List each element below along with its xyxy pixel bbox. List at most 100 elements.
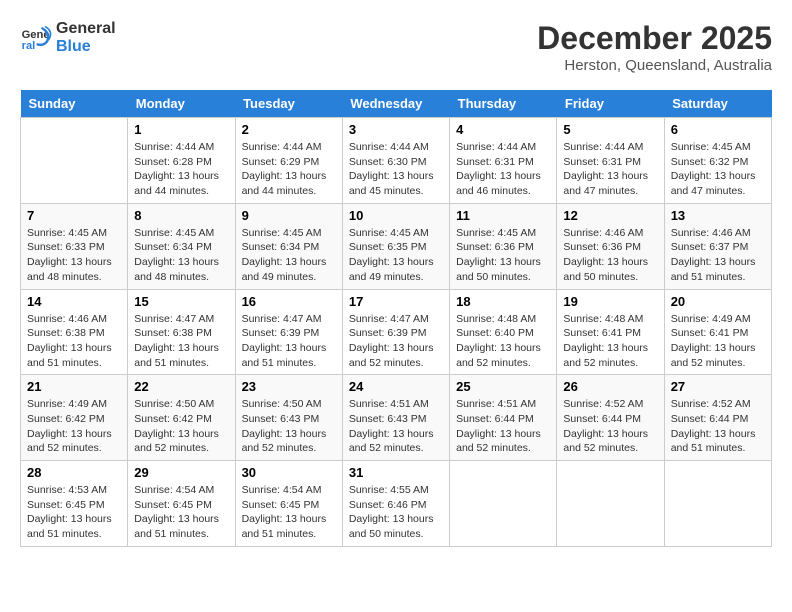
weekday-header-monday: Monday [128,90,235,118]
day-info: Sunrise: 4:45 AM Sunset: 6:33 PM Dayligh… [27,226,121,285]
calendar-cell: 4 Sunrise: 4:44 AM Sunset: 6:31 PM Daylig… [450,118,557,204]
day-number: 8 [134,208,228,223]
day-number: 11 [456,208,550,223]
day-info: Sunrise: 4:48 AM Sunset: 6:40 PM Dayligh… [456,312,550,371]
day-number: 27 [671,379,765,394]
calendar-week-row: 21 Sunrise: 4:49 AM Sunset: 6:42 PM Dayli… [21,375,772,461]
calendar-week-row: 1Sunrise: 4:44 AM Sunset: 6:28 PM Daylig… [21,118,772,204]
day-info: Sunrise: 4:47 AM Sunset: 6:39 PM Dayligh… [349,312,443,371]
day-number: 16 [242,294,336,309]
calendar-week-row: 7 Sunrise: 4:45 AM Sunset: 6:33 PM Daylig… [21,203,772,289]
day-number: 17 [349,294,443,309]
calendar-cell [21,118,128,204]
weekday-header-wednesday: Wednesday [342,90,449,118]
day-number: 24 [349,379,443,394]
weekday-header-row: SundayMondayTuesdayWednesdayThursdayFrid… [21,90,772,118]
day-info: Sunrise: 4:47 AM Sunset: 6:39 PM Dayligh… [242,312,336,371]
day-info: Sunrise: 4:46 AM Sunset: 6:37 PM Dayligh… [671,226,765,285]
day-info: Sunrise: 4:44 AM Sunset: 6:29 PM Dayligh… [242,140,336,199]
calendar-cell [664,461,771,547]
calendar-cell: 2 Sunrise: 4:44 AM Sunset: 6:29 PM Daylig… [235,118,342,204]
day-number: 6 [671,122,765,137]
day-number: 3 [349,122,443,137]
day-info: Sunrise: 4:49 AM Sunset: 6:41 PM Dayligh… [671,312,765,371]
day-number: 7 [27,208,121,223]
day-info: Sunrise: 4:44 AM Sunset: 6:31 PM Dayligh… [563,140,657,199]
day-info: Sunrise: 4:45 AM Sunset: 6:35 PM Dayligh… [349,226,443,285]
day-number: 2 [242,122,336,137]
calendar-cell: 13 Sunrise: 4:46 AM Sunset: 6:37 PM Dayli… [664,203,771,289]
calendar-cell: 21 Sunrise: 4:49 AM Sunset: 6:42 PM Dayli… [21,375,128,461]
day-info: Sunrise: 4:50 AM Sunset: 6:43 PM Dayligh… [242,397,336,456]
day-info: Sunrise: 4:52 AM Sunset: 6:44 PM Dayligh… [671,397,765,456]
day-number: 22 [134,379,228,394]
calendar-week-row: 14Sunrise: 4:46 AM Sunset: 6:38 PM Dayli… [21,289,772,375]
calendar-cell: 15Sunrise: 4:47 AM Sunset: 6:38 PM Dayli… [128,289,235,375]
calendar-cell: 25Sunrise: 4:51 AM Sunset: 6:44 PM Dayli… [450,375,557,461]
calendar-cell: 3 Sunrise: 4:44 AM Sunset: 6:30 PM Daylig… [342,118,449,204]
day-number: 28 [27,465,121,480]
day-number: 10 [349,208,443,223]
calendar-cell: 9Sunrise: 4:45 AM Sunset: 6:34 PM Daylig… [235,203,342,289]
day-info: Sunrise: 4:44 AM Sunset: 6:31 PM Dayligh… [456,140,550,199]
day-info: Sunrise: 4:49 AM Sunset: 6:42 PM Dayligh… [27,397,121,456]
calendar-cell: 14Sunrise: 4:46 AM Sunset: 6:38 PM Dayli… [21,289,128,375]
calendar-cell: 19 Sunrise: 4:48 AM Sunset: 6:41 PM Dayli… [557,289,664,375]
day-number: 20 [671,294,765,309]
day-info: Sunrise: 4:45 AM Sunset: 6:34 PM Dayligh… [134,226,228,285]
day-info: Sunrise: 4:52 AM Sunset: 6:44 PM Dayligh… [563,397,657,456]
day-number: 13 [671,208,765,223]
day-number: 21 [27,379,121,394]
calendar-cell: 5 Sunrise: 4:44 AM Sunset: 6:31 PM Daylig… [557,118,664,204]
day-number: 4 [456,122,550,137]
calendar-cell: 6Sunrise: 4:45 AM Sunset: 6:32 PM Daylig… [664,118,771,204]
calendar-body: 1Sunrise: 4:44 AM Sunset: 6:28 PM Daylig… [21,118,772,547]
day-info: Sunrise: 4:50 AM Sunset: 6:42 PM Dayligh… [134,397,228,456]
svg-text:ral: ral [22,40,36,52]
calendar-cell [557,461,664,547]
page-title: December 2025 [537,20,772,57]
day-number: 5 [563,122,657,137]
day-info: Sunrise: 4:44 AM Sunset: 6:30 PM Dayligh… [349,140,443,199]
calendar-week-row: 28 Sunrise: 4:53 AM Sunset: 6:45 PM Dayli… [21,461,772,547]
day-number: 12 [563,208,657,223]
day-number: 9 [242,208,336,223]
logo-icon: Gene ral [20,22,52,54]
weekday-header-saturday: Saturday [664,90,771,118]
day-info: Sunrise: 4:47 AM Sunset: 6:38 PM Dayligh… [134,312,228,371]
day-number: 18 [456,294,550,309]
weekday-header-tuesday: Tuesday [235,90,342,118]
day-info: Sunrise: 4:48 AM Sunset: 6:41 PM Dayligh… [563,312,657,371]
day-info: Sunrise: 4:44 AM Sunset: 6:28 PM Dayligh… [134,140,228,199]
day-number: 29 [134,465,228,480]
calendar-cell: 28 Sunrise: 4:53 AM Sunset: 6:45 PM Dayli… [21,461,128,547]
calendar-cell: 23 Sunrise: 4:50 AM Sunset: 6:43 PM Dayli… [235,375,342,461]
day-info: Sunrise: 4:45 AM Sunset: 6:36 PM Dayligh… [456,226,550,285]
calendar-cell: 7 Sunrise: 4:45 AM Sunset: 6:33 PM Daylig… [21,203,128,289]
weekday-header-friday: Friday [557,90,664,118]
title-area: December 2025 Herston, Queensland, Austr… [537,20,772,74]
calendar-cell: 11 Sunrise: 4:45 AM Sunset: 6:36 PM Dayli… [450,203,557,289]
calendar-cell: 29Sunrise: 4:54 AM Sunset: 6:45 PM Dayli… [128,461,235,547]
page-subtitle: Herston, Queensland, Australia [537,57,772,74]
day-info: Sunrise: 4:53 AM Sunset: 6:45 PM Dayligh… [27,483,121,542]
calendar-cell: 10 Sunrise: 4:45 AM Sunset: 6:35 PM Dayli… [342,203,449,289]
day-number: 26 [563,379,657,394]
day-info: Sunrise: 4:54 AM Sunset: 6:45 PM Dayligh… [242,483,336,542]
calendar-cell: 17 Sunrise: 4:47 AM Sunset: 6:39 PM Dayli… [342,289,449,375]
calendar-cell: 12 Sunrise: 4:46 AM Sunset: 6:36 PM Dayli… [557,203,664,289]
calendar-cell: 1Sunrise: 4:44 AM Sunset: 6:28 PM Daylig… [128,118,235,204]
calendar-cell: 31Sunrise: 4:55 AM Sunset: 6:46 PM Dayli… [342,461,449,547]
logo: Gene ral General Blue [20,20,116,55]
calendar-cell [450,461,557,547]
logo-line2: Blue [56,38,116,56]
weekday-header-sunday: Sunday [21,90,128,118]
day-info: Sunrise: 4:51 AM Sunset: 6:43 PM Dayligh… [349,397,443,456]
calendar-cell: 27 Sunrise: 4:52 AM Sunset: 6:44 PM Dayli… [664,375,771,461]
calendar-table: SundayMondayTuesdayWednesdayThursdayFrid… [20,90,772,547]
day-number: 19 [563,294,657,309]
page-header: Gene ral General Blue December 2025 Hers… [20,20,772,74]
day-info: Sunrise: 4:46 AM Sunset: 6:36 PM Dayligh… [563,226,657,285]
calendar-cell: 24 Sunrise: 4:51 AM Sunset: 6:43 PM Dayli… [342,375,449,461]
day-number: 23 [242,379,336,394]
